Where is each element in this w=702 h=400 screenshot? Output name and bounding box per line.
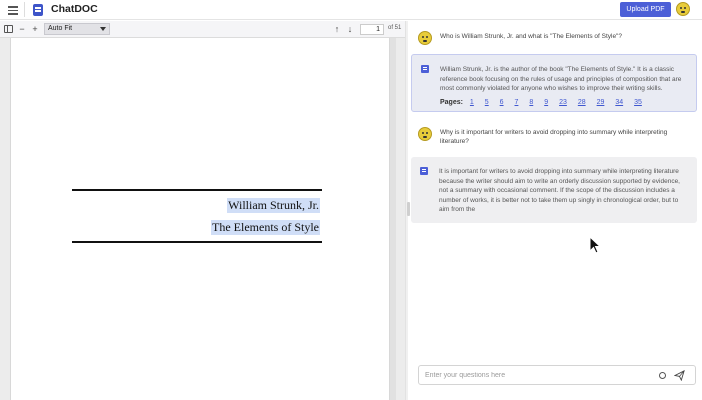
- page-number-input[interactable]: 1: [360, 24, 384, 35]
- question-input[interactable]: [425, 369, 645, 382]
- zoom-select-value: Auto Fit: [48, 25, 73, 32]
- page-link[interactable]: 28: [578, 99, 586, 106]
- page-total: of 51: [388, 25, 402, 31]
- bot-icon: [420, 167, 428, 175]
- settings-sun-icon[interactable]: [659, 372, 666, 379]
- zoom-select[interactable]: Auto Fit: [44, 23, 110, 35]
- menu-icon[interactable]: [7, 4, 19, 16]
- user-avatar: [418, 127, 432, 141]
- pdf-toolbar: − + Auto Fit ↑ ↓ 1 of 51: [0, 21, 405, 38]
- pdf-title-text: The Elements of Style: [211, 220, 320, 235]
- arrow-down-icon[interactable]: ↓: [345, 24, 355, 34]
- bottom-rule: [72, 241, 322, 243]
- page-link[interactable]: 35: [634, 99, 642, 106]
- pages-label: Pages:: [440, 99, 463, 106]
- page-link[interactable]: 1: [470, 99, 474, 106]
- page-link[interactable]: 5: [485, 99, 489, 106]
- chat-panel: Who is William Strunk, Jr. and what is "…: [410, 21, 702, 400]
- user-message: Why is it important for writers to avoid…: [410, 127, 698, 149]
- chevron-down-icon: [100, 27, 106, 31]
- page-link[interactable]: 29: [597, 99, 605, 106]
- pdf-page: William Strunk, Jr. The Elements of Styl…: [10, 38, 390, 400]
- assistant-message[interactable]: William Strunk, Jr. is the author of the…: [411, 54, 697, 112]
- upload-pdf-button[interactable]: Upload PDF: [620, 2, 671, 17]
- bot-icon: [421, 65, 429, 73]
- page-link[interactable]: 7: [515, 99, 519, 106]
- mouse-cursor-icon: [589, 236, 602, 254]
- page-link[interactable]: 8: [529, 99, 533, 106]
- app-title: ChatDOC: [51, 3, 98, 15]
- user-avatar: [418, 31, 432, 45]
- message-text: Who is William Strunk, Jr. and what is "…: [440, 33, 622, 40]
- message-text: It is important for writers to avoid dro…: [439, 168, 680, 213]
- page-link[interactable]: 23: [559, 99, 567, 106]
- document-logo-icon: [33, 4, 43, 16]
- message-text: William Strunk, Jr. is the author of the…: [440, 66, 682, 92]
- send-icon[interactable]: [674, 370, 685, 381]
- source-pages: Pages: 1 5 6 7 8 9 23 28 29 34 35: [440, 99, 651, 106]
- page-link[interactable]: 6: [500, 99, 504, 106]
- page-link[interactable]: 34: [615, 99, 623, 106]
- chat-input-box: [418, 365, 696, 385]
- sidebar-toggle-icon[interactable]: [4, 25, 13, 33]
- app-header: ChatDOC Upload PDF: [0, 0, 702, 20]
- assistant-message[interactable]: It is important for writers to avoid dro…: [411, 157, 697, 223]
- arrow-up-icon[interactable]: ↑: [332, 24, 342, 34]
- user-avatar[interactable]: [676, 2, 690, 16]
- top-rule: [72, 189, 322, 191]
- user-message: Who is William Strunk, Jr. and what is "…: [410, 31, 698, 51]
- zoom-out-icon[interactable]: −: [17, 24, 27, 34]
- pdf-viewer[interactable]: William Strunk, Jr. The Elements of Styl…: [0, 38, 405, 400]
- pdf-scrollbar[interactable]: [390, 38, 396, 400]
- header-divider: [24, 2, 25, 17]
- zoom-in-icon[interactable]: +: [30, 24, 40, 34]
- pdf-author-text: William Strunk, Jr.: [227, 198, 320, 213]
- message-text: Why is it important for writers to avoid…: [440, 129, 668, 145]
- page-link[interactable]: 9: [544, 99, 548, 106]
